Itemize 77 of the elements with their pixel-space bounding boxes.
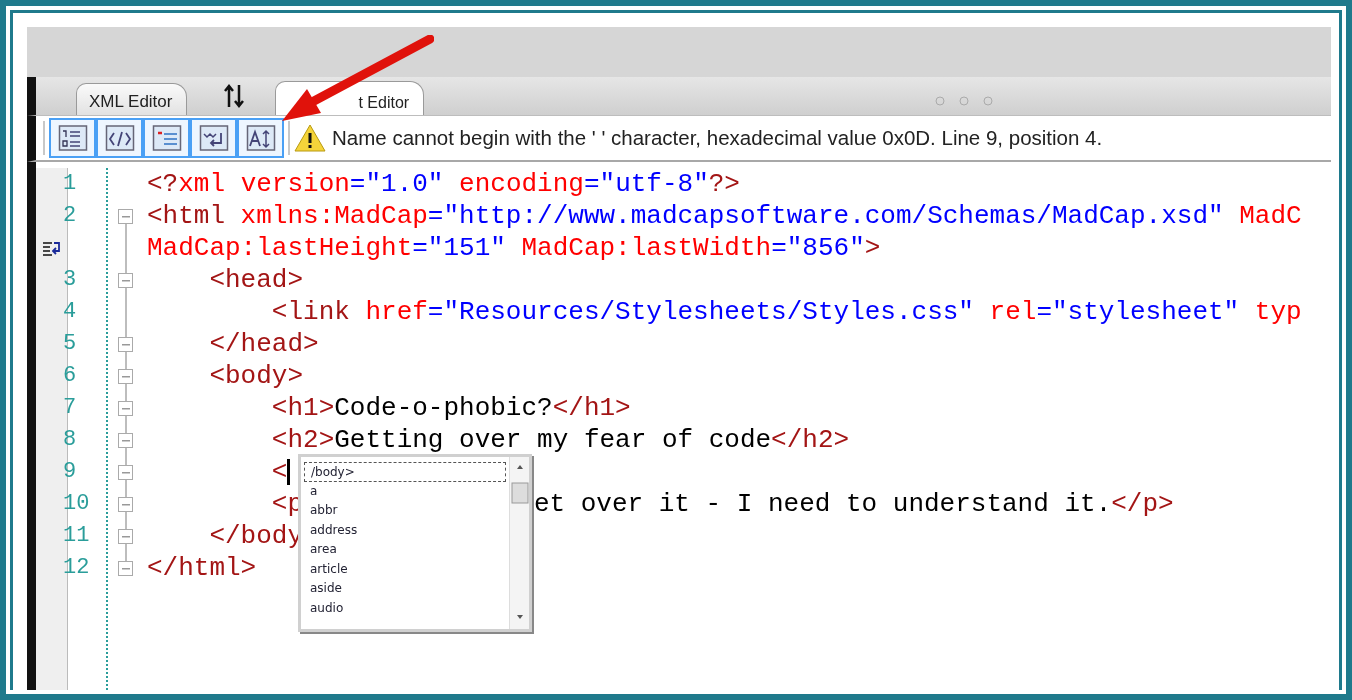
code-text: MadCap:lastWidth	[520, 233, 772, 263]
code-text: <?	[147, 169, 179, 199]
wrap-icon	[42, 239, 62, 257]
line-number: 3	[62, 266, 78, 294]
line-number: 5	[62, 330, 78, 358]
word-wrap-button[interactable]	[190, 118, 237, 158]
code-text: </h2>	[771, 425, 850, 455]
code-text: >	[864, 233, 881, 263]
autocomplete-item[interactable]: address	[304, 520, 506, 540]
line-number: 7	[62, 394, 78, 422]
colored-lines-button[interactable]	[143, 118, 190, 158]
code-text: href	[364, 297, 428, 327]
code-text: ?>	[708, 169, 740, 199]
line-number: 9	[62, 458, 78, 486]
collapse-toggle[interactable]	[118, 561, 133, 576]
code-tags-button[interactable]	[96, 118, 143, 158]
warning-icon	[294, 124, 326, 152]
code-text: <head>	[208, 265, 304, 295]
code-text: rel	[988, 297, 1037, 327]
collapse-toggle[interactable]	[118, 401, 133, 416]
code-text: </html>	[147, 553, 257, 583]
collapse-toggle[interactable]	[118, 337, 133, 352]
code-text: <html	[147, 201, 225, 231]
code-text: et over it - I need to understand it.	[533, 489, 1112, 519]
collapse-toggle[interactable]	[118, 209, 133, 224]
code-text: ="utf-8"	[583, 169, 709, 199]
code-text: Getting over my fear of code	[334, 425, 772, 455]
line-number: 1	[62, 170, 78, 198]
code-text: MadC	[1238, 201, 1302, 231]
text-size-button[interactable]	[237, 118, 284, 158]
code-text: xmlns:MadCap	[239, 201, 428, 231]
code-text: <body>	[208, 361, 304, 391]
collapse-toggle[interactable]	[118, 529, 133, 544]
code-text: Code-o-phobic?	[334, 393, 553, 423]
code-text: </p>	[1111, 489, 1174, 519]
line-number: 6	[62, 362, 78, 390]
code-text: ="http://www.madcapsoftware.com/Schemas/MadCap.xsd"	[427, 201, 1224, 231]
line-number: 10	[62, 490, 91, 518]
code-text: encoding	[458, 169, 584, 199]
code-text: </h1>	[552, 393, 631, 423]
collapse-toggle[interactable]	[118, 497, 133, 512]
code-text: ="Resources/Stylesheets/Styles.css"	[427, 297, 974, 327]
line-number: 4	[62, 298, 78, 326]
line-number: 2	[62, 202, 78, 230]
autocomplete-item[interactable]: abbr	[304, 501, 506, 521]
autocomplete-item[interactable]: area	[304, 540, 506, 560]
code-text: ="stylesheet"	[1036, 297, 1240, 327]
code-text: </body	[208, 521, 304, 551]
scrollbar[interactable]	[509, 457, 529, 629]
autocomplete-item[interactable]: aside	[304, 579, 506, 599]
code-text: <h2>	[270, 425, 335, 455]
code-text: ="1.0"	[349, 169, 444, 199]
editor-tab[interactable]: XML Editor	[76, 83, 188, 115]
collapse-toggle[interactable]	[118, 273, 133, 288]
code-text: <	[270, 457, 288, 487]
code-text: ="856"	[771, 233, 865, 263]
autocomplete-item[interactable]: article	[304, 559, 506, 579]
collapse-toggle[interactable]	[118, 433, 133, 448]
autocomplete-item[interactable]: /body>	[304, 462, 506, 482]
code-text: <link	[270, 297, 350, 327]
code-text: <h1>	[270, 393, 335, 423]
code-text: </head>	[208, 329, 319, 359]
code-text: typ	[1253, 297, 1302, 327]
line-number: 12	[62, 554, 91, 582]
error-message: Name cannot begin with the ' ' character, hexadecimal value 0x0D. Line 9, position 4.	[332, 124, 1103, 151]
autocomplete-item[interactable]: audio	[304, 598, 506, 618]
swap-arrows-icon[interactable]	[223, 83, 246, 109]
line-number: 8	[62, 426, 78, 454]
line-numbers-button[interactable]	[49, 118, 96, 158]
text-cursor	[287, 459, 291, 486]
code-text: MadCap:lastHeight	[147, 233, 413, 263]
code-text: xml version	[178, 169, 350, 199]
line-number: 11	[62, 522, 91, 550]
code-text: ="151"	[412, 233, 506, 263]
autocomplete-item[interactable]: a	[304, 481, 506, 501]
collapse-toggle[interactable]	[118, 465, 133, 480]
collapse-toggle[interactable]	[118, 369, 133, 384]
